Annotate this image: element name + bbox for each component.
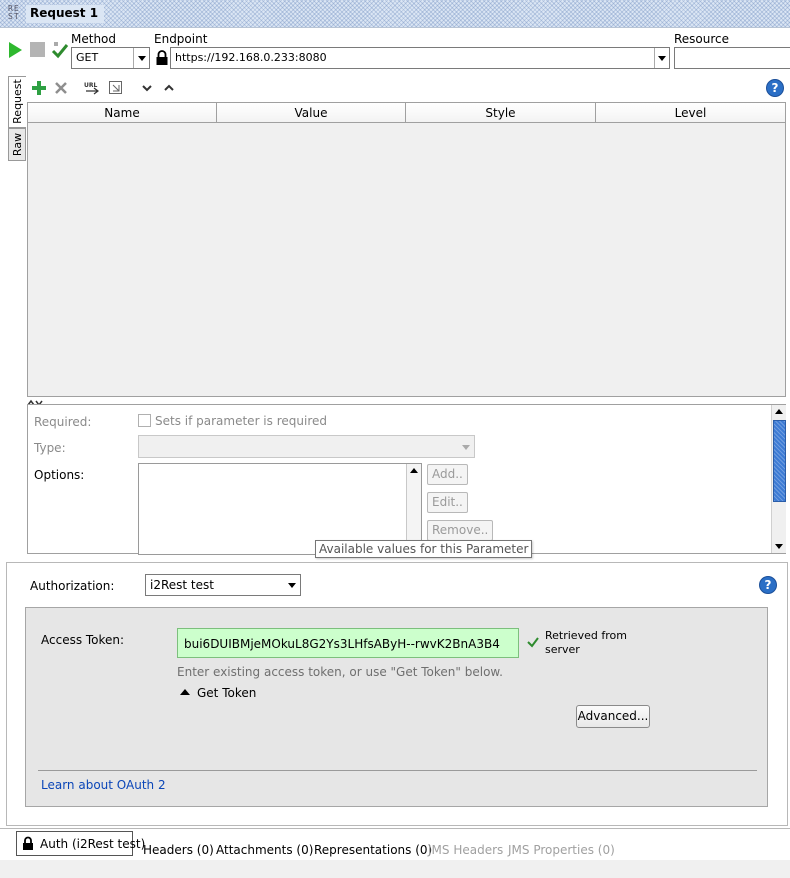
- bottom-tab-bar: Auth (i2Rest test) Headers (0) Attachmen…: [0, 828, 790, 858]
- authorization-label: Authorization:: [30, 579, 115, 593]
- rest-logo-icon: RE ST: [8, 4, 20, 21]
- scroll-up-icon[interactable]: [410, 468, 418, 473]
- scrollbar-thumb[interactable]: [773, 420, 786, 502]
- column-header-name[interactable]: Name: [28, 103, 217, 123]
- check-icon[interactable]: [51, 40, 69, 60]
- tab-raw[interactable]: Raw: [8, 128, 26, 161]
- details-scrollbar[interactable]: [771, 405, 786, 553]
- required-checkbox[interactable]: [138, 414, 151, 427]
- tooltip: Available values for this Parameter: [315, 540, 533, 558]
- add-option-button[interactable]: Add..: [427, 464, 468, 485]
- token-hint: Enter existing access token, or use "Get…: [177, 665, 503, 679]
- endpoint-value: https://192.168.0.233:8080: [175, 51, 327, 64]
- help-icon[interactable]: ?: [766, 79, 784, 97]
- token-status: Retrieved from server: [545, 629, 627, 656]
- scroll-up-icon[interactable]: [775, 409, 783, 414]
- help-icon[interactable]: ?: [759, 576, 777, 594]
- access-token-label: Access Token:: [41, 633, 125, 647]
- tab-raw-label: Raw: [11, 132, 25, 157]
- access-token-field[interactable]: bui6DUIBMjeMOkuL8G2Ys3LHfsAByH--rwvK2BnA…: [177, 628, 519, 658]
- status-bar: [0, 860, 790, 878]
- column-header-level[interactable]: Level: [596, 103, 785, 123]
- parameters-table: Name Value Style Level: [27, 102, 786, 397]
- add-icon[interactable]: [31, 80, 47, 96]
- tab-auth[interactable]: Auth (i2Rest test): [16, 831, 145, 856]
- chevron-down-icon: [284, 575, 300, 595]
- column-header-style[interactable]: Style: [406, 103, 596, 123]
- chevron-down-icon[interactable]: [654, 48, 669, 68]
- method-value: GET: [76, 51, 99, 64]
- svg-text:URL: URL: [84, 82, 97, 89]
- column-header-value[interactable]: Value: [217, 103, 406, 123]
- window-title: Request 1: [26, 5, 105, 23]
- endpoint-label: Endpoint: [154, 32, 208, 46]
- chevron-down-icon: [462, 445, 470, 450]
- type-label: Type:: [34, 441, 66, 455]
- delete-icon[interactable]: [53, 80, 69, 96]
- play-icon[interactable]: [7, 41, 23, 59]
- scroll-down-icon[interactable]: [775, 544, 783, 549]
- method-label: Method: [71, 32, 117, 46]
- tab-jms-headers[interactable]: JMS Headers: [428, 843, 503, 857]
- resource-label: Resource: [674, 32, 730, 46]
- tab-request-label: Request: [10, 79, 24, 124]
- lock-icon: [155, 50, 169, 66]
- type-select[interactable]: [138, 435, 475, 458]
- get-token-label: Get Token: [197, 686, 257, 700]
- tab-auth-label: Auth (i2Rest test): [40, 837, 146, 851]
- parameter-details-panel: Required: Sets if parameter is required …: [27, 404, 786, 555]
- tab-jms-properties[interactable]: JMS Properties (0): [508, 843, 615, 857]
- endpoint-input[interactable]: https://192.168.0.233:8080: [170, 47, 670, 69]
- url-icon[interactable]: URL: [84, 80, 100, 96]
- lock-icon: [22, 836, 34, 851]
- checkmark-icon: [527, 636, 539, 648]
- triangle-up-icon: [180, 689, 190, 695]
- required-label: Required:: [34, 415, 92, 429]
- title-bar: RE ST Request 1: [0, 0, 790, 28]
- learn-oauth-link[interactable]: Learn about OAuth 2: [41, 778, 166, 792]
- advanced-button[interactable]: Advanced...: [576, 705, 650, 728]
- edit-option-button[interactable]: Edit..: [427, 492, 468, 513]
- stop-icon[interactable]: [30, 42, 45, 57]
- tab-request[interactable]: Request: [8, 76, 26, 128]
- options-label: Options:: [34, 468, 85, 482]
- authorization-select[interactable]: i2Rest test: [145, 574, 301, 596]
- tab-attachments[interactable]: Attachments (0): [216, 843, 313, 857]
- resource-input[interactable]: [674, 47, 790, 69]
- remove-option-button[interactable]: Remove..: [427, 520, 494, 541]
- oauth-divider: [38, 770, 757, 771]
- authorization-value: i2Rest test: [150, 578, 214, 592]
- required-checkbox-label: Sets if parameter is required: [155, 414, 327, 428]
- method-select[interactable]: GET: [71, 47, 150, 69]
- move-icon[interactable]: [108, 80, 124, 96]
- splitter-handle[interactable]: [27, 396, 47, 407]
- chevron-down-icon: [133, 48, 149, 68]
- tab-representations[interactable]: Representations (0): [314, 843, 432, 857]
- chevron-up-icon[interactable]: [163, 82, 175, 94]
- tab-headers[interactable]: Headers (0): [143, 843, 214, 857]
- chevron-down-icon[interactable]: [141, 82, 153, 94]
